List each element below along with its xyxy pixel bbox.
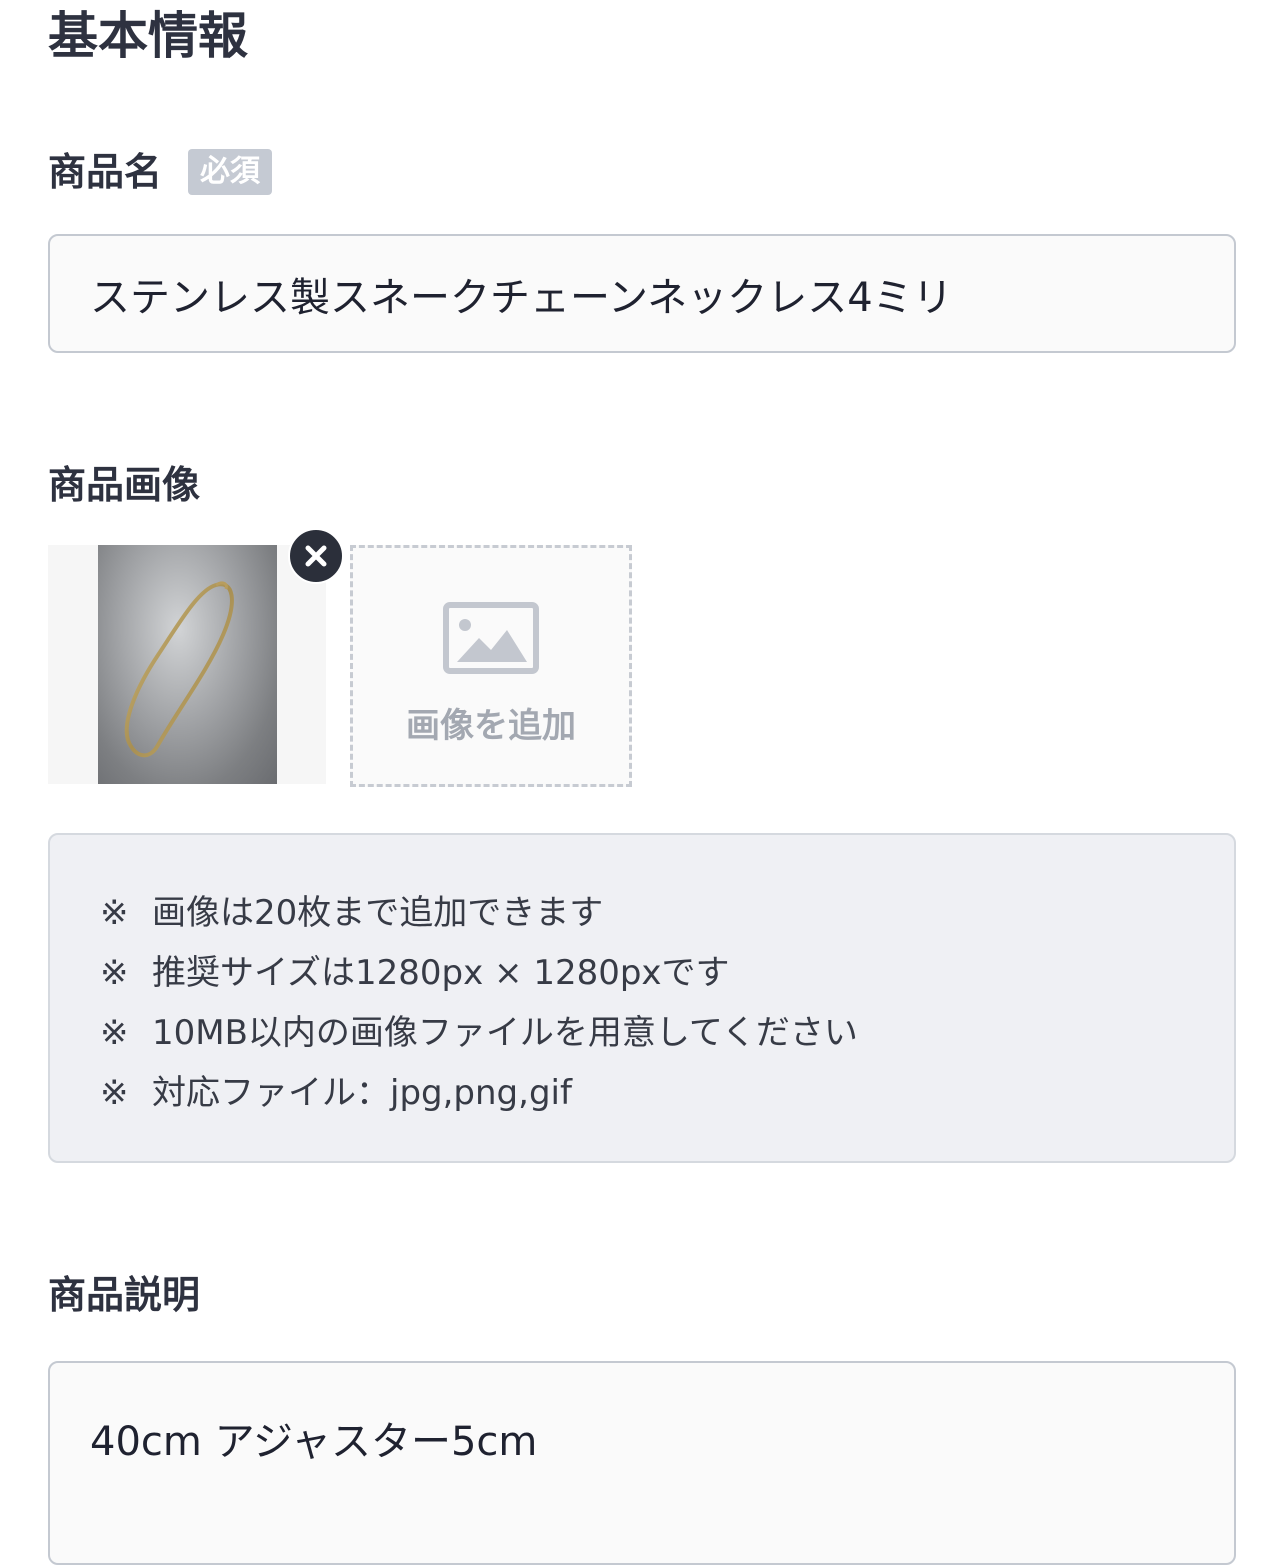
add-image-button[interactable]: 画像を追加 — [350, 545, 632, 787]
image-icon — [443, 602, 539, 674]
note-text: 10MB以内の画像ファイルを用意してください — [152, 1013, 858, 1053]
product-description-textarea[interactable]: 40cm アジャスター5cm — [48, 1361, 1236, 1565]
note-mark: ※ — [100, 1073, 129, 1113]
image-notes-box: ※ 画像は20枚まで追加できます ※ 推奨サイズは1280px × 1280pxです… — [48, 833, 1236, 1163]
required-badge: 必須 — [188, 149, 273, 195]
section-title: 基本情報 — [48, 7, 248, 65]
note-text: 推奨サイズは1280px × 1280pxです — [152, 953, 730, 993]
list-item: ※ 推奨サイズは1280px × 1280pxです — [100, 943, 858, 1003]
note-text: 対応ファイル：jpg,png,gif — [152, 1073, 572, 1113]
note-mark: ※ — [100, 893, 129, 933]
product-image-label: 商品画像 — [48, 461, 200, 509]
list-item: ※ 10MB以内の画像ファイルを用意してください — [100, 1003, 858, 1063]
product-name-label-text: 商品名 — [48, 150, 163, 194]
note-mark: ※ — [100, 953, 129, 993]
product-image-thumbnail[interactable] — [48, 545, 326, 784]
list-item: ※ 画像は20枚まで追加できます — [100, 883, 858, 943]
product-description-label-text: 商品説明 — [48, 1273, 201, 1317]
remove-image-button[interactable] — [288, 528, 344, 584]
note-text: 画像は20枚まで追加できます — [152, 893, 604, 933]
product-name-label: 商品名 必須 — [48, 148, 273, 196]
image-notes-list: ※ 画像は20枚まで追加できます ※ 推奨サイズは1280px × 1280pxです… — [100, 883, 858, 1123]
note-mark: ※ — [100, 1013, 129, 1053]
necklace-photo — [98, 545, 277, 784]
add-image-label: 画像を追加 — [406, 706, 576, 746]
product-description-value: 40cm アジャスター5cm — [90, 1419, 538, 1465]
product-image-label-text: 商品画像 — [48, 463, 201, 507]
product-name-input[interactable]: ステンレス製スネークチェーンネックレス4ミリ — [48, 234, 1236, 353]
close-icon — [305, 545, 327, 567]
product-name-value: ステンレス製スネークチェーンネックレス4ミリ — [90, 274, 953, 321]
product-description-label: 商品説明 — [48, 1271, 200, 1319]
list-item: ※ 対応ファイル：jpg,png,gif — [100, 1063, 858, 1123]
